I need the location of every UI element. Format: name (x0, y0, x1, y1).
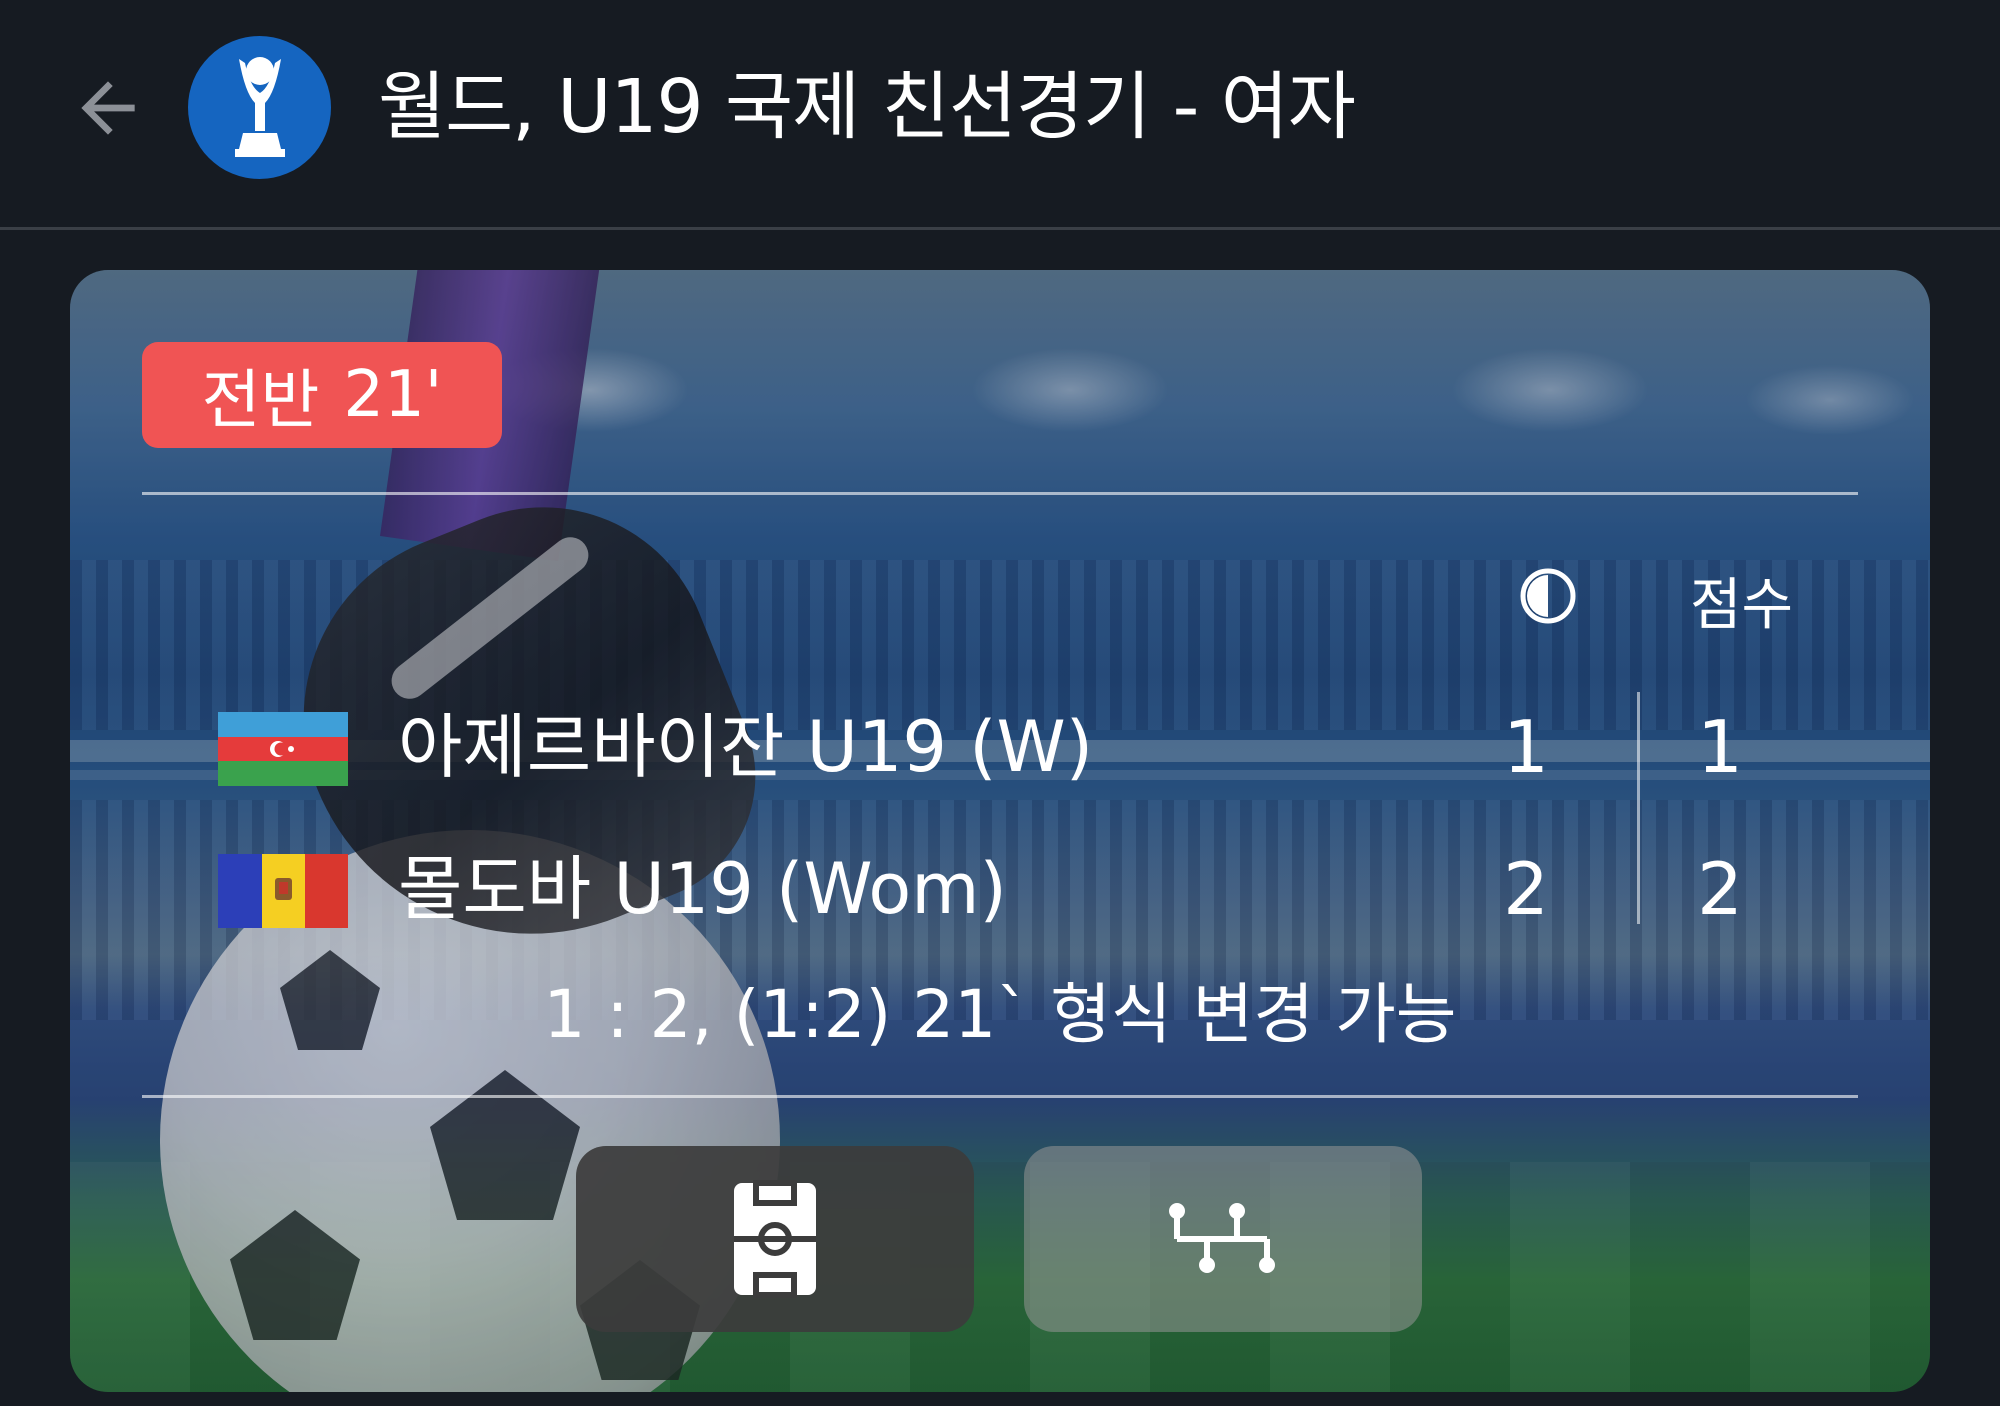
match-summary: 1 : 2, (1:2) 21` 형식 변경 가능 (543, 976, 1457, 1053)
live-status-badge: 전반 21' (142, 342, 502, 448)
league-logo (188, 36, 331, 179)
azerbaijan-flag-icon (218, 712, 348, 786)
team-name: 몰도바 U19 (Wom) (398, 848, 1007, 930)
half-time-score: 2 (1503, 847, 1549, 931)
trophy-icon (234, 56, 285, 157)
score-column-header: 점수 (1690, 573, 1794, 638)
team-row-away: 몰도바 U19 (Wom) 2 2 (142, 840, 1858, 940)
match-minute: 21' (343, 358, 443, 432)
current-score: 2 (1697, 847, 1743, 931)
soccer-field-icon (734, 1180, 816, 1298)
field-view-button[interactable] (576, 1146, 974, 1332)
match-card: 전반 21' 점수 아제르바이잔 U19 (W) 1 1 몰도바 U19 (Wo… (70, 270, 1930, 1392)
back-button[interactable] (58, 58, 158, 158)
top-app-bar: 월드, U19 국제 친선경기 - 여자 (0, 0, 2000, 230)
half-time-score: 1 (1503, 705, 1549, 789)
match-period: 전반 (201, 364, 320, 438)
divider (142, 1095, 1858, 1098)
team-row-home: 아제르바이잔 U19 (W) 1 1 (142, 698, 1858, 798)
lineup-view-button[interactable] (1024, 1146, 1422, 1332)
half-time-icon (1520, 568, 1576, 624)
half-time-column-header (1518, 566, 1578, 626)
team-name: 아제르바이잔 U19 (W) (398, 706, 1094, 788)
moldova-flag-icon (218, 854, 348, 928)
page-title: 월드, U19 국제 친선경기 - 여자 (378, 64, 1356, 150)
divider (142, 492, 1858, 495)
arrow-left-icon (81, 81, 135, 135)
current-score: 1 (1697, 705, 1743, 789)
lineup-formation-icon (1169, 1203, 1275, 1273)
